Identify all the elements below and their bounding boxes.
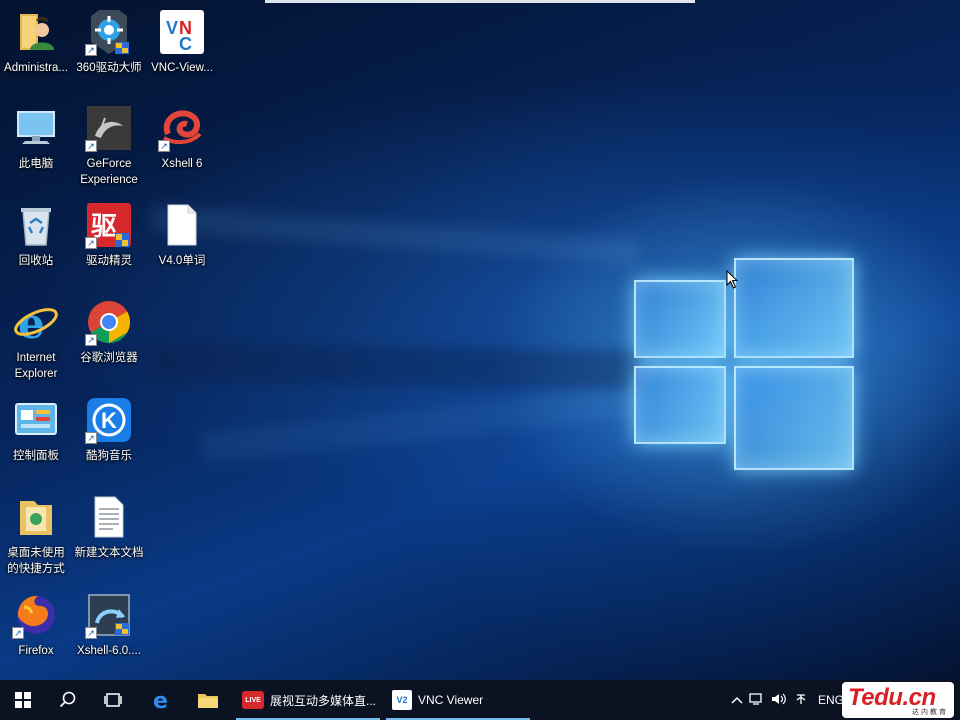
desktop-icon-v4-words[interactable]: V4.0单词 [146, 201, 218, 269]
desktop-icon-label: Internet Explorer [14, 352, 58, 380]
desktop-icon-label: Firefox [18, 645, 54, 657]
show-hidden-icons-chevron-up-icon[interactable] [728, 693, 746, 707]
desktop-icon-vnc-viewer[interactable]: V N C VNC-View... [146, 8, 218, 76]
taskbar-app-label: 展视互动多媒体直... [270, 693, 377, 708]
desktop-icon-label: 谷歌浏览器 [80, 352, 138, 364]
desktop-icon-this-pc[interactable]: 此电脑 [0, 104, 72, 172]
system-tray: ENG [728, 680, 844, 720]
desktop-icon-internet-explorer[interactable]: e Internet Explorer [0, 298, 72, 382]
desktop-icon-label: 新建文本文档 [74, 547, 144, 559]
desktop-icon-geforce-experience[interactable]: ↗ GeForce Experience [73, 104, 145, 188]
desktop-icon-xshell-6[interactable]: ↗ Xshell 6 [146, 104, 218, 172]
desktop-icon-label: 酷狗音乐 [86, 450, 132, 462]
search-icon [59, 691, 75, 708]
desktop-icon-label: V4.0单词 [158, 255, 206, 267]
task-view-button[interactable] [90, 680, 135, 720]
taskbar-file-explorer[interactable] [185, 680, 230, 720]
desktop-icon-label: 桌面未使用 的快捷方式 [7, 547, 65, 575]
vnc-viewer-icon: V N C [158, 8, 206, 56]
desktop-icon-label: 回收站 [18, 255, 54, 267]
task-view-icon [103, 693, 122, 707]
desktop-icon-control-panel[interactable]: 控制面板 [0, 396, 72, 464]
desktop-icon-recycle-bin[interactable]: 回收站 [0, 201, 72, 269]
svg-text:e: e [153, 689, 168, 711]
xshell-installer-icon: ↗ [85, 591, 133, 639]
text-document-icon [85, 493, 133, 541]
light-beam [199, 387, 641, 463]
document-icon [158, 201, 206, 249]
desktop-icon-label: 驱动精灵 [86, 255, 132, 267]
edge-icon: e [153, 689, 168, 711]
file-explorer-icon [197, 694, 218, 708]
desktop-icon-firefox[interactable]: ↗ Firefox [0, 591, 72, 659]
recycle-bin-icon [12, 201, 60, 249]
control-panel-icon [12, 396, 60, 444]
taskbar-app-live[interactable]: LIVE 展视互动多媒体直... [236, 680, 380, 720]
mouse-cursor-icon [726, 270, 739, 289]
taskbar: e LIVE 展视互动多媒体直... V2 VNC Viewer ENG [0, 680, 960, 720]
desktop-icon-label: 360驱动大师 [76, 62, 142, 74]
this-pc-icon [12, 104, 60, 152]
network-icon[interactable] [746, 692, 768, 709]
live-icon: LIVE [242, 691, 264, 709]
windows-logo-wallpaper [630, 250, 856, 476]
desktop-icon-label: 此电脑 [18, 158, 54, 170]
desktop-icon-label: Xshell 6 [161, 158, 203, 170]
desktop-icon-label: 控制面板 [13, 450, 59, 462]
desktop-icon-new-text-document[interactable]: 新建文本文档 [73, 493, 145, 561]
input-method-icon[interactable] [790, 692, 812, 709]
light-beam [149, 341, 641, 391]
geforce-icon: ↗ [85, 104, 133, 152]
vnc-viewer-icon: V2 [392, 690, 412, 710]
kugou-icon: K ↗ [85, 396, 133, 444]
start-button[interactable] [0, 680, 45, 720]
xshell-icon: ↗ [158, 104, 206, 152]
desktop-icon-kugou-music[interactable]: K ↗ 酷狗音乐 [73, 396, 145, 464]
desktop-icon-label: Administra... [4, 62, 68, 74]
taskbar-app-vnc-viewer[interactable]: V2 VNC Viewer [386, 680, 530, 720]
firefox-icon: ↗ [12, 591, 60, 639]
svg-text:V: V [166, 18, 178, 38]
vnc-toolbar-strip[interactable] [265, 0, 695, 3]
driver-genius-icon: 驱 ↗ [85, 201, 133, 249]
desktop-icon-label: Xshell-6.0.... [77, 645, 141, 657]
svg-text:K: K [101, 408, 117, 433]
watermark-sub: 达内教育 [912, 709, 948, 716]
desktop-icon-administrator[interactable]: Administra... [0, 8, 72, 76]
desktop-icon-label: VNC-View... [151, 62, 213, 74]
language-indicator[interactable]: ENG [818, 693, 844, 707]
tedu-watermark-logo: Tedu.cn 达内教育 [842, 682, 954, 718]
search-button[interactable] [45, 680, 90, 720]
desktop-icon-unused-shortcuts[interactable]: 桌面未使用 的快捷方式 [0, 493, 72, 577]
svg-text:C: C [179, 34, 192, 54]
desktop-icon-label: GeForce Experience [80, 158, 138, 186]
unused-shortcuts-folder-icon [12, 493, 60, 541]
driver-master-icon: ↗ [85, 8, 133, 56]
taskbar-edge[interactable]: e [140, 680, 185, 720]
internet-explorer-icon: e [12, 298, 60, 348]
svg-text:e: e [18, 299, 45, 346]
user-folder-icon [12, 8, 60, 56]
desktop-icon-driver-genius[interactable]: 驱 ↗ 驱动精灵 [73, 201, 145, 269]
desktop-icon-xshell-installer[interactable]: ↗ Xshell-6.0.... [73, 591, 145, 659]
volume-icon[interactable] [768, 692, 790, 709]
light-beam [149, 204, 641, 266]
desktop-icon-chrome[interactable]: ↗ 谷歌浏览器 [73, 298, 145, 366]
desktop-icon-360-driver-master[interactable]: ↗ 360驱动大师 [73, 8, 145, 76]
taskbar-app-label: VNC Viewer [418, 693, 484, 707]
windows-start-icon [14, 692, 31, 708]
chrome-icon: ↗ [85, 298, 133, 346]
